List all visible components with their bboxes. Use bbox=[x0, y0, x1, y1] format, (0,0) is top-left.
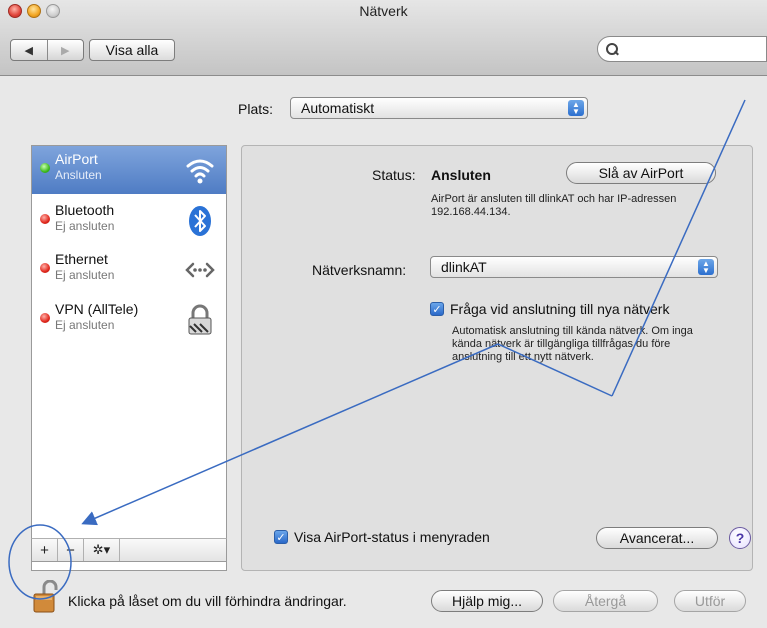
status-description: AirPort är ansluten till dlinkAT och har… bbox=[431, 193, 677, 218]
location-label: Plats: bbox=[238, 101, 274, 117]
ethernet-icon bbox=[185, 262, 215, 278]
service-name: AirPort bbox=[55, 151, 98, 167]
service-name: Bluetooth bbox=[55, 202, 115, 218]
status-value: Ansluten bbox=[431, 167, 491, 183]
service-name: Ethernet bbox=[55, 251, 108, 267]
status-dot-connected bbox=[40, 163, 50, 173]
toolbar: Nätverk ◀ ▶ Visa alla bbox=[0, 0, 767, 76]
forward-button[interactable]: ▶ bbox=[46, 40, 84, 60]
show-all-button[interactable]: Visa alla bbox=[89, 39, 175, 61]
lock-icon bbox=[188, 304, 212, 335]
add-service-button[interactable]: + bbox=[32, 539, 58, 561]
show-status-menubar-checkbox[interactable]: ✓ bbox=[274, 530, 288, 544]
ask-to-join-label: Fråga vid anslutning till nya nätverk bbox=[450, 301, 670, 317]
service-item-ethernet[interactable]: Ethernet Ej ansluten bbox=[32, 246, 226, 294]
service-status: Ansluten bbox=[55, 168, 102, 182]
status-dot-disconnected bbox=[40, 214, 50, 224]
action-menu-button[interactable]: ✲▾ bbox=[84, 539, 120, 561]
service-list: AirPort Ansluten Bluetooth Ej ansluten E… bbox=[31, 145, 227, 571]
service-status: Ej ansluten bbox=[55, 318, 115, 332]
status-dot-disconnected bbox=[40, 313, 50, 323]
toggle-airport-button[interactable]: Slå av AirPort bbox=[566, 162, 716, 184]
search-input[interactable] bbox=[624, 40, 764, 58]
search-icon bbox=[606, 43, 618, 55]
advanced-button[interactable]: Avancerat... bbox=[596, 527, 718, 549]
network-name-label: Nätverksnamn: bbox=[312, 262, 407, 278]
location-value: Automatiskt bbox=[301, 100, 375, 116]
service-list-toolbar: + − ✲▾ bbox=[31, 538, 227, 562]
ask-to-join-checkbox[interactable]: ✓ bbox=[430, 302, 444, 316]
window-title: Nätverk bbox=[359, 3, 408, 19]
back-forward-control: ◀ ▶ bbox=[10, 39, 84, 61]
bluetooth-icon bbox=[189, 206, 211, 236]
ask-to-join-description: Automatisk anslutning till kända nätverk… bbox=[452, 325, 693, 363]
popup-arrows-icon: ▲ ▼ bbox=[568, 100, 584, 116]
service-name: VPN (AllTele) bbox=[55, 301, 139, 317]
service-status: Ej ansluten bbox=[55, 268, 115, 282]
location-popup[interactable]: Automatiskt ▲ ▼ bbox=[290, 97, 588, 119]
padlock-icon[interactable] bbox=[32, 580, 60, 614]
network-preferences-window: Nätverk ◀ ▶ Visa alla Plats: Automatiskt… bbox=[0, 0, 767, 628]
wifi-icon bbox=[186, 159, 214, 184]
popup-arrows-icon: ▲ ▼ bbox=[698, 259, 714, 275]
lock-message: Klicka på låset om du vill förhindra änd… bbox=[68, 593, 347, 609]
network-name-popup[interactable]: dlinkAT ▲ ▼ bbox=[430, 256, 718, 278]
apply-button[interactable]: Utför bbox=[674, 590, 746, 612]
search-field[interactable] bbox=[597, 36, 767, 62]
back-button[interactable]: ◀ bbox=[11, 40, 47, 60]
show-status-menubar-label: Visa AirPort-status i menyraden bbox=[294, 529, 490, 545]
service-item-vpn[interactable]: VPN (AllTele) Ej ansluten bbox=[32, 296, 226, 344]
status-label: Status: bbox=[372, 167, 416, 183]
service-item-bluetooth[interactable]: Bluetooth Ej ansluten bbox=[32, 197, 226, 245]
help-icon[interactable]: ? bbox=[729, 527, 751, 549]
remove-service-button[interactable]: − bbox=[58, 539, 84, 561]
service-item-airport[interactable]: AirPort Ansluten bbox=[32, 146, 226, 194]
service-status: Ej ansluten bbox=[55, 219, 115, 233]
status-dot-disconnected bbox=[40, 263, 50, 273]
revert-button[interactable]: Återgå bbox=[553, 590, 658, 612]
network-name-value: dlinkAT bbox=[441, 259, 487, 275]
help-me-button[interactable]: Hjälp mig... bbox=[431, 590, 543, 612]
